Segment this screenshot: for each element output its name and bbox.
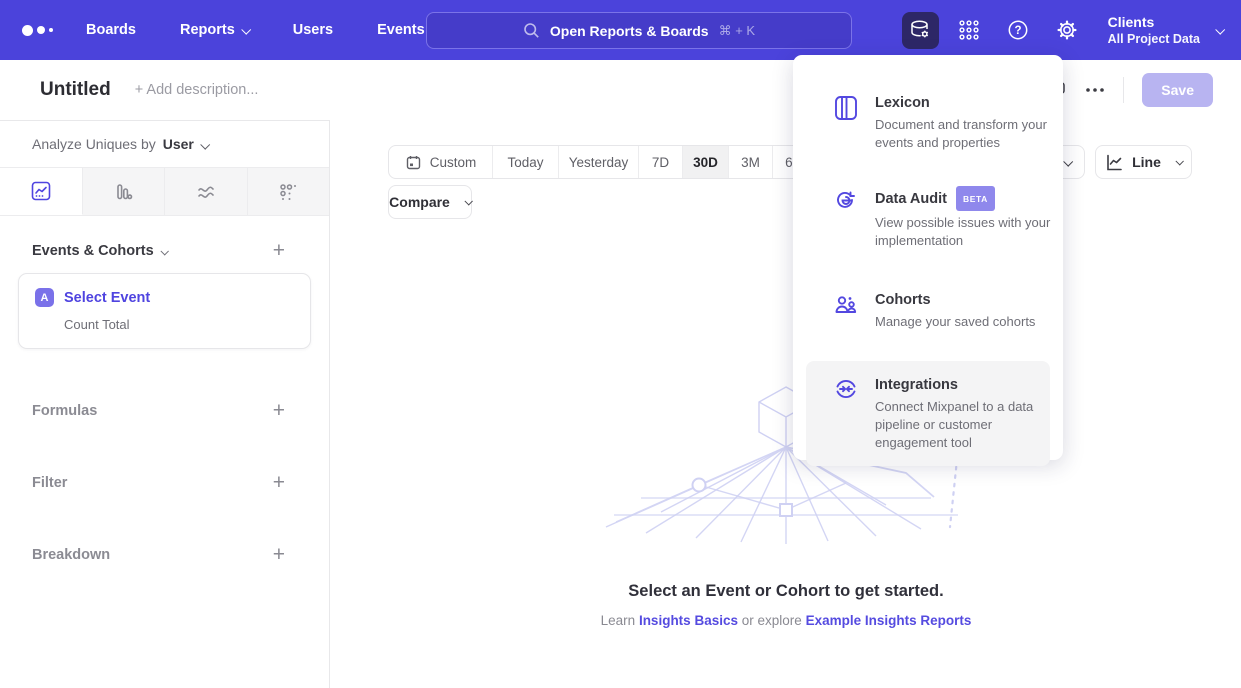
- org-name: Clients: [1108, 13, 1200, 31]
- bar-chart-icon: [112, 181, 134, 203]
- nav-item-boards[interactable]: Boards: [86, 22, 136, 38]
- chart-type-dropdown[interactable]: Line: [1095, 145, 1192, 179]
- project-switcher[interactable]: Clients All Project Data: [1108, 13, 1200, 47]
- help-button[interactable]: ?: [1000, 12, 1037, 49]
- chart-type-tabs: [0, 167, 329, 216]
- add-filter-button[interactable]: +: [273, 475, 297, 491]
- navbar-actions: ? Clients All Project Data: [902, 0, 1223, 60]
- tab-flow-chart[interactable]: [165, 168, 248, 215]
- range-3m[interactable]: 3M: [729, 146, 773, 178]
- formulas-label: Formulas: [32, 403, 97, 419]
- add-event-button[interactable]: +: [273, 243, 297, 259]
- apps-grid-button[interactable]: [951, 12, 988, 49]
- database-gear-icon: [907, 17, 933, 43]
- breakdown-section: Breakdown +: [0, 547, 329, 563]
- description-placeholder[interactable]: + Add description...: [135, 82, 259, 98]
- data-audit-icon: [833, 187, 859, 215]
- search-icon: [523, 22, 540, 39]
- add-breakdown-button[interactable]: +: [273, 547, 297, 563]
- select-event-label[interactable]: Select Event: [64, 290, 150, 306]
- analyze-label: Analyze Uniques by: [32, 136, 156, 152]
- event-badge: A: [35, 288, 54, 307]
- nav-item-users[interactable]: Users: [293, 22, 333, 38]
- beta-badge: BETA: [956, 186, 995, 211]
- chevron-down-icon: [464, 197, 472, 205]
- grid-dots-icon: [957, 18, 981, 42]
- menu-item-cohorts[interactable]: Cohorts Manage your saved cohorts: [793, 290, 1063, 331]
- count-total-label[interactable]: Count Total: [64, 317, 294, 332]
- chevron-down-icon: [1175, 157, 1183, 165]
- chevron-down-icon: [200, 140, 210, 150]
- chevron-down-icon: [1215, 24, 1225, 34]
- nav-item-events[interactable]: Events: [377, 22, 425, 38]
- metric-dots-icon: [277, 181, 299, 203]
- search-placeholder: Open Reports & Boards: [550, 23, 709, 39]
- breakdown-label: Breakdown: [32, 547, 110, 563]
- lexicon-book-icon: [833, 94, 859, 122]
- range-today[interactable]: Today: [493, 146, 559, 178]
- integrations-sync-icon: [833, 376, 859, 402]
- project-scope: All Project Data: [1108, 31, 1200, 47]
- save-button[interactable]: Save: [1142, 73, 1213, 107]
- tab-metric[interactable]: [248, 168, 330, 215]
- query-builder-sidebar: Analyze Uniques by User Events & Cohorts…: [0, 120, 330, 688]
- range-yesterday[interactable]: Yesterday: [559, 146, 639, 178]
- tab-line-chart[interactable]: [0, 168, 83, 215]
- search-shortcut: ⌘ + K: [719, 23, 756, 39]
- insights-basics-link[interactable]: Insights Basics: [639, 613, 738, 628]
- report-title[interactable]: Untitled: [40, 79, 111, 101]
- calendar-icon: [405, 154, 422, 171]
- range-custom[interactable]: Custom: [389, 146, 493, 178]
- example-reports-link[interactable]: Example Insights Reports: [806, 613, 972, 628]
- cohorts-users-icon: [833, 291, 859, 317]
- nav-item-reports[interactable]: Reports: [180, 22, 249, 38]
- add-formula-button[interactable]: +: [273, 403, 297, 419]
- menu-item-integrations[interactable]: Integrations Connect Mixpanel to a data …: [806, 361, 1050, 466]
- data-management-button[interactable]: [902, 12, 939, 49]
- divider: [1123, 77, 1124, 103]
- line-chart-icon: [30, 180, 52, 202]
- menu-item-data-audit[interactable]: Data AuditBETA View possible issues with…: [793, 186, 1063, 250]
- tab-bar-chart[interactable]: [83, 168, 166, 215]
- chevron-down-icon: [1063, 156, 1073, 166]
- filter-section: Filter +: [0, 475, 329, 491]
- ellipsis-icon: [1085, 87, 1105, 93]
- line-chart-icon: [1105, 153, 1124, 172]
- primary-nav: Boards Reports Users Events: [86, 22, 425, 38]
- empty-state-title: Select an Event or Cohort to get started…: [331, 582, 1241, 601]
- event-card[interactable]: A Select Event Count Total: [18, 273, 311, 349]
- chevron-down-icon: [160, 247, 168, 255]
- data-management-menu: Lexicon Document and transform your even…: [793, 55, 1063, 460]
- mixpanel-logo-icon[interactable]: [22, 25, 70, 36]
- formulas-section: Formulas +: [0, 403, 329, 419]
- menu-item-lexicon[interactable]: Lexicon Document and transform your even…: [793, 93, 1063, 152]
- range-30d[interactable]: 30D: [683, 146, 729, 178]
- analyze-by-dropdown[interactable]: User: [163, 136, 208, 152]
- compare-dropdown[interactable]: Compare: [388, 185, 472, 219]
- settings-button[interactable]: [1049, 12, 1086, 49]
- top-navbar: Boards Reports Users Events Open Reports…: [0, 0, 1241, 60]
- gear-icon: [1054, 17, 1080, 43]
- flow-wave-icon: [195, 181, 217, 203]
- chevron-down-icon: [241, 25, 251, 35]
- help-icon: ?: [1005, 17, 1031, 43]
- more-options-button[interactable]: [1085, 87, 1105, 93]
- events-cohorts-header[interactable]: Events & Cohorts: [32, 243, 167, 259]
- filter-label: Filter: [32, 475, 67, 491]
- global-search-input[interactable]: Open Reports & Boards ⌘ + K: [426, 12, 852, 49]
- report-canvas: Custom Today Yesterday 7D 30D 3M 6M Line…: [331, 120, 1241, 688]
- svg-text:?: ?: [1015, 25, 1022, 37]
- range-7d[interactable]: 7D: [639, 146, 683, 178]
- empty-state-links: Learn Insights Basics or explore Example…: [331, 613, 1241, 628]
